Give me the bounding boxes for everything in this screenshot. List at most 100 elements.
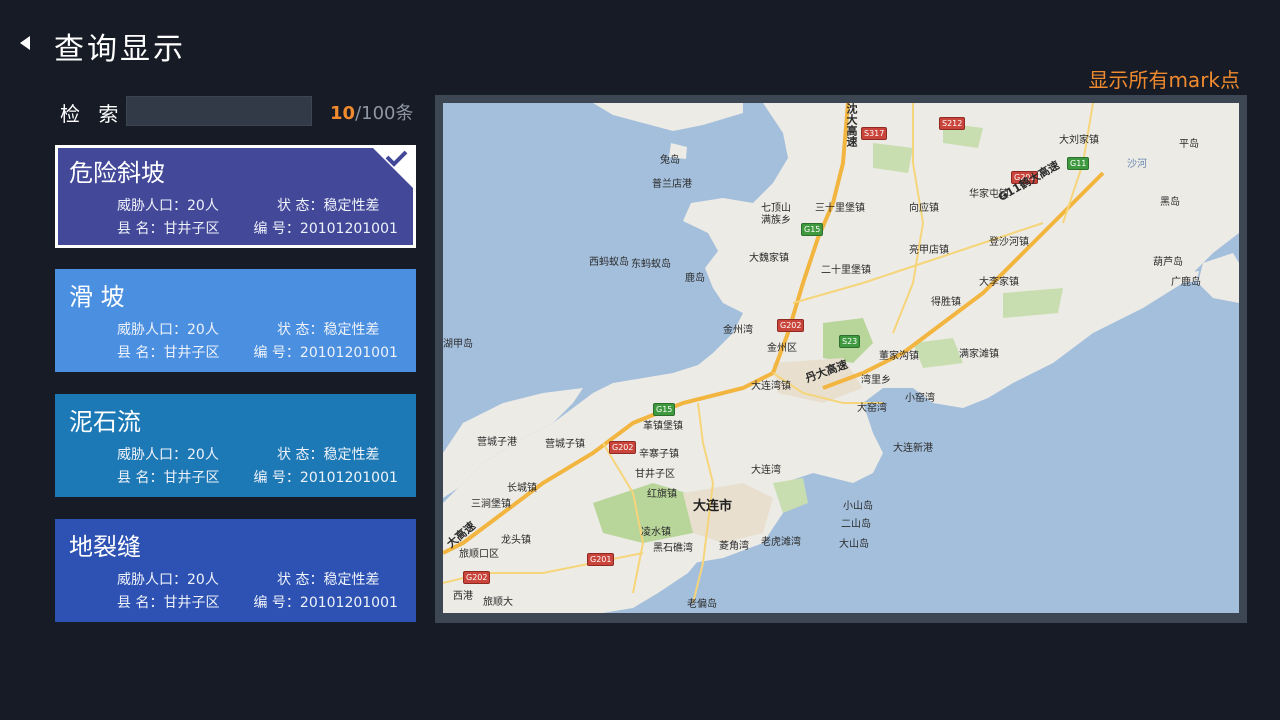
card-row-2: 县 名：甘井子区 编 号：20101201001 [117, 342, 398, 362]
card-title: 地裂缝 [69, 533, 141, 561]
map-label: 鹿岛 [685, 273, 705, 284]
result-card[interactable]: 泥石流 威胁人口：20人 状 态：稳定性差 县 名：甘井子区 编 号：2010120… [55, 394, 416, 497]
map-label: 大连湾镇 [751, 381, 791, 392]
county-value: 甘井子区 [163, 470, 220, 486]
map-label: 西蚂蚁岛 [589, 257, 629, 268]
map-label: 小山岛 [843, 501, 873, 512]
map-label: 大连新港 [893, 443, 933, 454]
threat-population-value: 20人 [187, 322, 219, 338]
card-title: 滑 坡 [69, 283, 125, 311]
county-key: 县 名： [117, 470, 164, 486]
status-key: 状 态： [277, 447, 324, 463]
county-value: 甘井子区 [163, 221, 220, 237]
card-title: 危险斜坡 [69, 159, 165, 187]
id-value: 20101201001 [299, 470, 398, 486]
map-label: 黑石礁湾 [653, 543, 693, 554]
map-label: 旅顺口区 [459, 549, 499, 560]
county-value: 甘井子区 [163, 345, 220, 361]
map-label: 亮甲店镇 [909, 245, 949, 256]
card-row-1: 威胁人口：20人 状 态：稳定性差 [117, 444, 379, 464]
road-shield: G11 [1067, 157, 1090, 170]
map-label: 七顶山 [761, 203, 791, 214]
map-label: 葫芦岛 [1153, 257, 1183, 268]
result-card[interactable]: 危险斜坡 威胁人口：20人 状 态：稳定性差 县 名：甘井子区 编 号：201012… [55, 145, 416, 248]
search-label: 检 索 [60, 102, 125, 126]
card-row-2: 县 名：甘井子区 编 号：20101201001 [117, 592, 398, 612]
id-value: 20101201001 [299, 221, 398, 237]
map-label: 董家沟镇 [879, 351, 919, 362]
status-key: 状 态： [277, 322, 324, 338]
road-shield: S317 [861, 127, 888, 140]
map-label: 大刘家镇 [1059, 135, 1099, 146]
show-all-marks-link[interactable]: 显示所有mark点 [1088, 64, 1240, 93]
road-shield: G202 [463, 571, 491, 584]
id-key: 编 号： [253, 345, 300, 361]
map-label: 湾里乡 [861, 375, 891, 386]
result-count: 10/100条 [330, 99, 413, 125]
map-label: 沙河 [1127, 159, 1147, 170]
map-label: 湖甲岛 [443, 339, 473, 350]
map-label: 小窑湾 [905, 393, 935, 404]
map-label: 得胜镇 [931, 297, 961, 308]
threat-population-key: 威胁人口： [117, 322, 187, 338]
threat-population-key: 威胁人口： [117, 198, 187, 214]
back-button[interactable] [18, 34, 32, 52]
status-value: 稳定性差 [323, 447, 380, 463]
map-label: 满家滩镇 [959, 349, 999, 360]
threat-population-value: 20人 [187, 572, 219, 588]
map-label: 营城子港 [477, 437, 517, 448]
map-label: 二十里堡镇 [821, 265, 871, 276]
map-label: 旅顺大 [483, 597, 513, 608]
map-label: 龙头镇 [501, 535, 531, 546]
card-row-2: 县 名：甘井子区 编 号：20101201001 [117, 467, 398, 487]
road-shield: G202 [609, 441, 637, 454]
id-key: 编 号： [253, 470, 300, 486]
status-key: 状 态： [277, 198, 324, 214]
map-label: 甘井子区 [635, 469, 675, 480]
highway-label: 沈大高速 [845, 103, 858, 147]
county-key: 县 名： [117, 221, 164, 237]
search-input[interactable] [126, 96, 312, 126]
map-label: 向应镇 [909, 203, 939, 214]
threat-population-value: 20人 [187, 198, 219, 214]
map-label: 老虎滩湾 [761, 537, 801, 548]
map-label: 大山岛 [839, 539, 869, 550]
id-key: 编 号： [253, 221, 300, 237]
page-title: 查询显示 [54, 32, 186, 67]
map-label: 大连湾 [751, 465, 781, 476]
road-shield: G15 [653, 403, 676, 416]
map-label: 东蚂蚁岛 [631, 259, 671, 270]
status-key: 状 态： [277, 572, 324, 588]
card-row-2: 县 名：甘井子区 编 号：20101201001 [117, 218, 398, 238]
map-label: 兔岛 [660, 155, 680, 166]
card-row-1: 威胁人口：20人 状 态：稳定性差 [117, 569, 379, 589]
map-label: 长城镇 [507, 483, 537, 494]
road-shield: G15 [801, 223, 824, 236]
map-label: 红旗镇 [647, 489, 677, 500]
checkmark-icon [373, 148, 413, 188]
map-label: 黑岛 [1160, 197, 1180, 208]
map-label: 西港 [453, 591, 473, 602]
status-value: 稳定性差 [323, 198, 380, 214]
id-value: 20101201001 [299, 595, 398, 611]
result-card[interactable]: 滑 坡 威胁人口：20人 状 态：稳定性差 县 名：甘井子区 编 号：2010120… [55, 269, 416, 372]
card-title: 泥石流 [69, 408, 141, 436]
map-label: 满族乡 [761, 215, 791, 226]
map-view[interactable]: 兔岛 普兰店港 大刘家镇 平岛 沙河 华家屯镇 黑岛 三十里堡镇 向应镇 七顶山… [443, 103, 1239, 613]
map-label: 登沙河镇 [989, 237, 1029, 248]
result-card[interactable]: 地裂缝 威胁人口：20人 状 态：稳定性差 县 名：甘井子区 编 号：2010120… [55, 519, 416, 622]
map-label-city: 大连市 [693, 499, 733, 514]
map-label: 金州湾 [723, 325, 753, 336]
map-label: 三涧堡镇 [471, 499, 511, 510]
road-shield: G202 [777, 319, 805, 332]
map-panel: 兔岛 普兰店港 大刘家镇 平岛 沙河 华家屯镇 黑岛 三十里堡镇 向应镇 七顶山… [435, 95, 1247, 623]
map-label: 二山岛 [841, 519, 871, 530]
id-key: 编 号： [253, 595, 300, 611]
map-label: 三十里堡镇 [815, 203, 865, 214]
road-shield: G201 [587, 553, 615, 566]
map-label: 金州区 [767, 343, 797, 354]
id-value: 20101201001 [299, 345, 398, 361]
map-label: 大李家镇 [979, 277, 1019, 288]
result-count-total: /100条 [355, 103, 414, 124]
map-label: 营城子镇 [545, 439, 585, 450]
